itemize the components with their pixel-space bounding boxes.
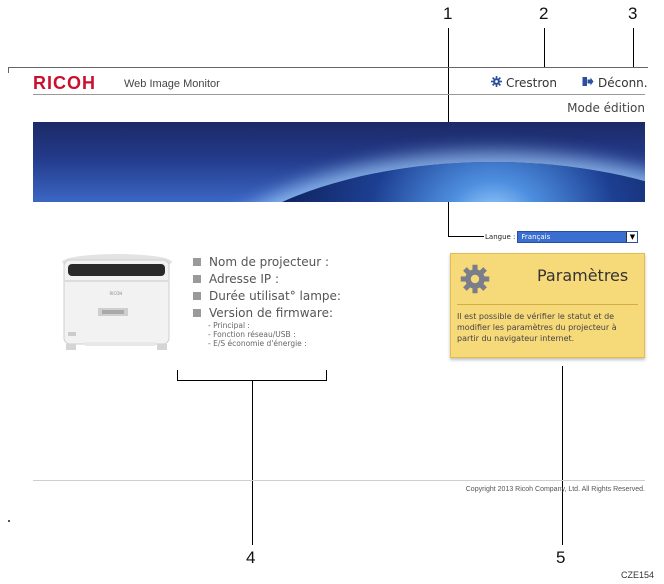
gear-icon xyxy=(460,264,490,298)
info-lamp-time-label: Durée utilisat° lampe: xyxy=(209,288,341,303)
crestron-label: Crestron xyxy=(506,76,558,90)
info-ip-address-label: Adresse IP : xyxy=(209,271,280,286)
logout-link[interactable]: Déconn. xyxy=(582,76,648,90)
settings-card-title: Paramètres xyxy=(537,266,629,285)
callout-line-4 xyxy=(252,380,253,545)
bullet-icon xyxy=(193,274,201,283)
bullet-icon xyxy=(193,308,201,317)
language-label: Langue : xyxy=(485,233,516,241)
callout-3: 3 xyxy=(628,4,638,23)
info-ip-address: Adresse IP : xyxy=(193,270,341,287)
callout-line-1-h xyxy=(448,236,484,237)
header-divider xyxy=(33,94,645,95)
projector-info-list: Nom de projecteur : Adresse IP : Durée u… xyxy=(193,253,341,348)
callout-line-2 xyxy=(544,28,545,68)
callout-1: 1 xyxy=(443,4,453,23)
mode-label[interactable]: Mode édition xyxy=(567,101,645,115)
chevron-down-icon[interactable]: ▼ xyxy=(626,232,638,242)
callout-5: 5 xyxy=(556,548,566,567)
info-projector-name-label: Nom de projecteur : xyxy=(209,254,330,269)
settings-card-divider xyxy=(457,304,638,305)
language-selector: Langue : Français ▼ xyxy=(485,231,639,243)
callout-bracket-4 xyxy=(177,380,327,381)
planet-graphic xyxy=(183,162,645,202)
ricoh-logo: RICOH xyxy=(33,73,96,93)
fw-main: - Principal : xyxy=(208,321,250,330)
projector-image: RICOH xyxy=(60,250,173,360)
info-projector-name: Nom de projecteur : xyxy=(193,253,341,270)
projector-brand-mark: RICOH xyxy=(110,291,123,296)
callout-line-3 xyxy=(633,28,634,68)
callout-bracket-4-left xyxy=(177,370,178,380)
figure-code: CZE154 xyxy=(620,570,654,580)
settings-card-description: Il est possible de vérifier le statut et… xyxy=(457,312,617,343)
bullet-icon xyxy=(193,291,201,300)
frame-top xyxy=(8,67,648,68)
fw-network: - Fonction réseau/USB : xyxy=(208,330,296,339)
callout-bracket-4-right xyxy=(326,370,327,380)
logout-label: Déconn. xyxy=(598,76,648,90)
bullet-icon xyxy=(193,257,201,266)
frame-dot xyxy=(8,520,10,522)
callout-line-5 xyxy=(562,366,563,545)
footer-divider xyxy=(33,480,645,481)
hero-banner xyxy=(33,122,645,202)
info-firmware-label: Version de firmware: xyxy=(209,305,333,320)
copyright-text: Copyright 2013 Ricoh Company, Ltd. All R… xyxy=(465,486,645,493)
info-firmware: Version de firmware: xyxy=(193,304,341,321)
logout-icon xyxy=(582,76,594,90)
language-dropdown[interactable]: Français ▼ xyxy=(517,231,639,243)
language-value: Français xyxy=(521,233,551,241)
app-title: Web Image Monitor xyxy=(124,78,220,90)
gear-icon xyxy=(491,76,502,90)
callout-4: 4 xyxy=(246,548,256,567)
info-lamp-time: Durée utilisat° lampe: xyxy=(193,287,341,304)
crestron-link[interactable]: Crestron xyxy=(491,76,557,90)
callout-2: 2 xyxy=(539,4,549,23)
fw-eco: - E/S économie d'énergie : xyxy=(208,339,307,348)
frame-left-tick xyxy=(8,67,9,73)
settings-card[interactable]: Paramètres Il est possible de vérifier l… xyxy=(450,253,645,358)
